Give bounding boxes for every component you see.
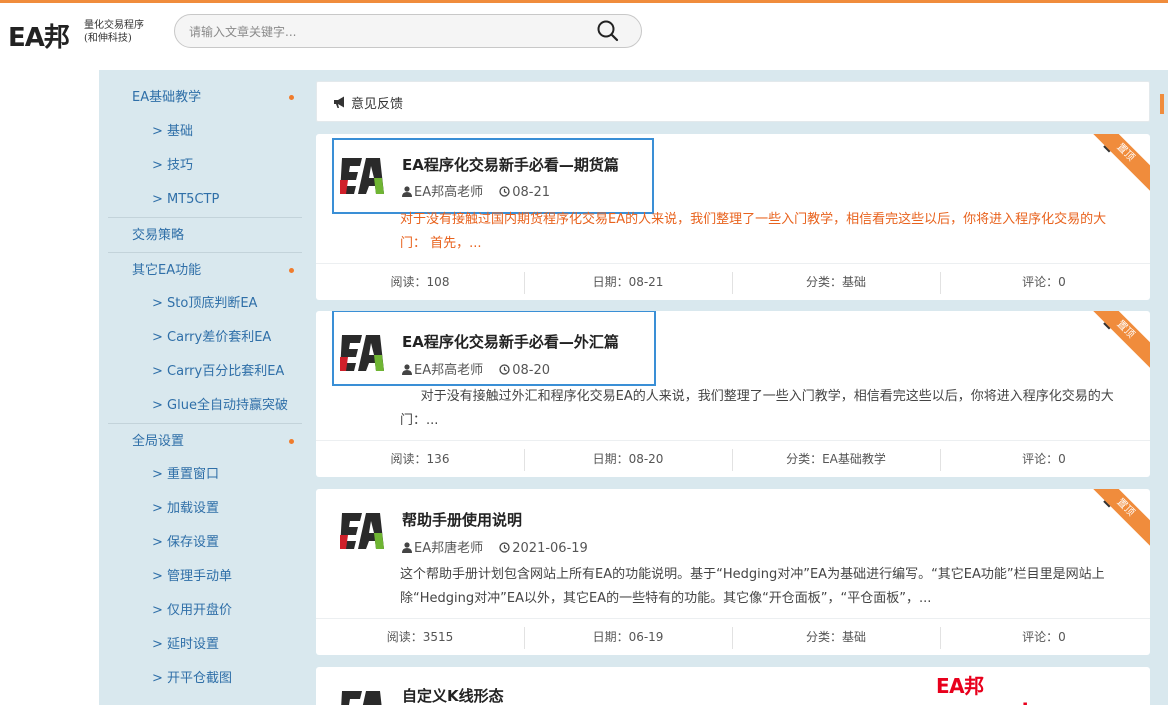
stat-reads: 阅读：108 — [390, 275, 450, 289]
sidebar-subitem[interactable]: > 仅用开盘价 — [108, 594, 302, 628]
stat-date: 日期：06-19 — [592, 630, 664, 644]
stat-reads: 阅读：136 — [390, 452, 450, 466]
article-author: EA邦高老师 — [414, 363, 484, 378]
search-button[interactable] — [595, 18, 627, 46]
article-title[interactable]: EA程序化交易新手必看—期货篇 — [402, 154, 619, 175]
sidebar-category[interactable]: 交易策略 — [108, 217, 302, 252]
pinned-ribbon: 置顶 — [1086, 489, 1150, 547]
sidebar-category-label: 全局设置 — [132, 434, 185, 449]
sidebar-subitem[interactable]: > 管理手动单 — [108, 560, 302, 594]
article-author: EA邦高老师 — [414, 185, 484, 200]
logo-tagline-line2: (和伸科技) — [84, 33, 132, 44]
sidebar-subitem[interactable]: > 加载设置 — [108, 492, 302, 526]
sidebar-subitem[interactable]: > Carry差价套利EA — [108, 321, 302, 355]
clock-icon — [499, 364, 510, 375]
article-excerpt: 对于没有接触过外汇和程序化交易EA的人来说，我们整理了一些入门教学，相信看完这些… — [400, 389, 1114, 428]
site-header: EA邦 量化交易程序 (和伸科技) — [0, 3, 1168, 61]
site-watermark: EA邦www.eabang.com — [936, 674, 1129, 705]
article-author: EA邦唐老师 — [414, 541, 484, 556]
expand-dot-icon — [289, 268, 294, 273]
article-stats: 阅读：136 日期：08-20 分类：EA基础教学 评论：0 — [316, 440, 1150, 477]
sidebar-category[interactable]: 其它EA功能 — [108, 252, 302, 287]
pinned-ribbon: 置顶 — [1086, 134, 1150, 192]
sidebar-nav: EA基础教学 > 基础 > 技巧 > MT5CTP 交易策略其它EA功能 > Sto顶底判… — [108, 80, 302, 705]
stat-comments: 评论：0 — [1022, 630, 1066, 644]
bullhorn-icon — [334, 96, 344, 108]
stat-comments: 评论：0 — [1022, 452, 1066, 466]
stat-date: 日期：08-20 — [592, 452, 664, 466]
article-meta: EA邦高老师 08-21 — [402, 181, 550, 200]
clock-icon — [499, 542, 510, 553]
article-excerpt: 对于没有接触过国内期货程序化交易EA的人来说，我们整理了一些入门教学，相信看完这… — [400, 212, 1107, 251]
sidebar-category-label: 交易策略 — [132, 228, 185, 243]
article-meta: EA邦高老师 08-20 — [402, 359, 550, 378]
selection-highlight — [332, 138, 654, 214]
pinned-ribbon: 置顶 — [1086, 311, 1150, 369]
sidebar-category[interactable]: 全局设置 — [108, 423, 302, 458]
sidebar-category[interactable]: EA基础教学 — [108, 80, 302, 115]
notice-bar[interactable]: 意见反馈 — [316, 81, 1150, 122]
expand-dot-icon — [289, 95, 294, 100]
article-card: EA程序化交易新手必看—外汇篇 EA邦高老师 08-20 对于没有接触过外汇和程… — [316, 311, 1150, 477]
search-icon — [597, 20, 619, 42]
stat-category[interactable]: 分类：EA基础教学 — [732, 441, 940, 477]
user-icon — [402, 186, 412, 197]
sidebar-subitem[interactable]: > 保存设置 — [108, 526, 302, 560]
sidebar-subitem[interactable]: > 重置窗口 — [108, 458, 302, 492]
article-date: 08-21 — [512, 185, 551, 200]
article-title[interactable]: 自定义K线形态 — [402, 685, 504, 705]
logo-tagline: 量化交易程序 (和伸科技) — [84, 19, 144, 45]
search-input[interactable] — [189, 22, 569, 42]
stat-reads: 阅读：3515 — [386, 630, 454, 644]
logo-mark: EA邦 — [8, 23, 70, 53]
sidebar-subitem[interactable]: > Glue全自动持赢突破 — [108, 389, 302, 423]
notice-text: 意见反馈 — [351, 97, 404, 112]
stat-date: 日期：08-21 — [592, 275, 664, 289]
logo-tagline-line1: 量化交易程序 — [84, 20, 144, 31]
article-date: 08-20 — [512, 363, 551, 378]
stat-category[interactable]: 分类：基础 — [732, 619, 940, 655]
article-card: 帮助手册使用说明 EA邦唐老师 2021-06-19 这个帮助手册计划包含网站上… — [316, 489, 1150, 655]
search-box — [174, 14, 642, 48]
sidebar-category-label: 其它EA功能 — [132, 263, 202, 278]
sidebar-subitem[interactable]: > 基础 — [108, 115, 302, 149]
article-stats: 阅读：3515 日期：06-19 分类：基础 评论：0 — [316, 618, 1150, 655]
article-title[interactable]: EA程序化交易新手必看—外汇篇 — [402, 331, 619, 352]
sidebar-subitem[interactable]: > 开平仓截图 — [108, 662, 302, 696]
user-icon — [402, 542, 412, 553]
stat-category[interactable]: 分类：基础 — [732, 264, 940, 300]
article-excerpt: 这个帮助手册计划包含网站上所有EA的功能说明。基于“Hedging对冲”EA为基… — [400, 567, 1105, 606]
ea-logo-thumbnail — [340, 513, 384, 549]
ea-logo-thumbnail — [341, 691, 382, 705]
sidebar-subitem[interactable]: > Carry百分比套利EA — [108, 355, 302, 389]
sidebar-subitem[interactable]: > 技巧 — [108, 149, 302, 183]
sidebar-category-label: EA基础教学 — [132, 90, 202, 105]
clock-icon — [499, 186, 510, 197]
sidebar-subitem[interactable]: > 延时设置 — [108, 628, 302, 662]
article-stats: 阅读：108 日期：08-21 分类：基础 评论：0 — [316, 263, 1150, 300]
sidebar-subitem[interactable]: > MT5CTP — [108, 183, 302, 217]
site-logo[interactable]: EA邦 量化交易程序 (和伸科技) — [8, 17, 148, 53]
expand-dot-icon — [289, 439, 294, 444]
article-date: 2021-06-19 — [512, 541, 588, 556]
article-card: EA程序化交易新手必看—期货篇 EA邦高老师 08-21 对于没有接触过国内期货… — [316, 134, 1150, 300]
article-meta: EA邦唐老师 2021-06-19 — [402, 537, 588, 556]
page-scroll-indicator[interactable] — [1160, 94, 1164, 114]
user-icon — [402, 364, 412, 375]
article-title[interactable]: 帮助手册使用说明 — [402, 509, 522, 530]
stat-comments: 评论：0 — [1022, 275, 1066, 289]
sidebar-subitem[interactable]: > Sto顶底判断EA — [108, 287, 302, 321]
